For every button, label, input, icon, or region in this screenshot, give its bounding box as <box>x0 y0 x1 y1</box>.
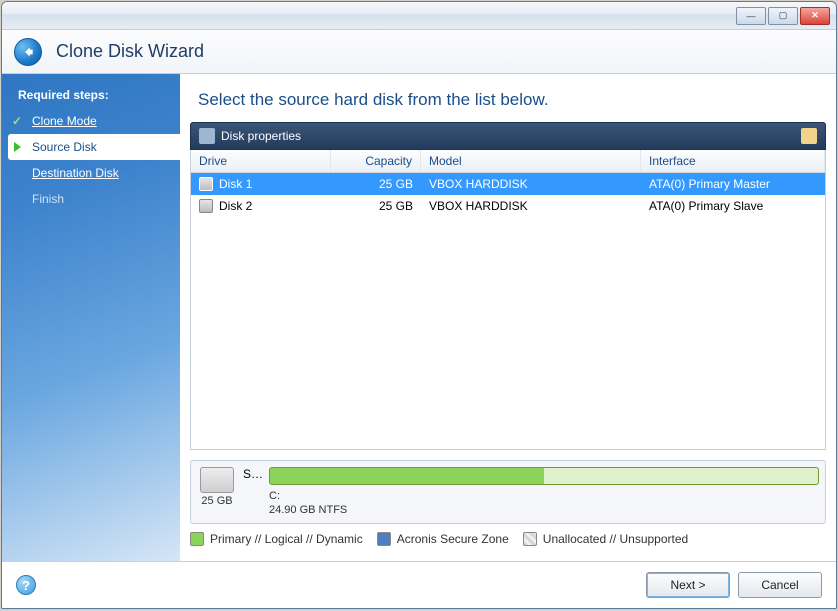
back-button[interactable] <box>14 38 42 66</box>
partition-letter: C: <box>269 489 819 503</box>
table-header: Drive Capacity Model Interface <box>191 150 825 173</box>
help-button[interactable]: ? <box>16 575 36 595</box>
titlebar: — ▢ ✕ <box>2 2 836 30</box>
volume-disk-summary: 25 GB <box>197 467 237 507</box>
cancel-button[interactable]: Cancel <box>738 572 822 598</box>
legend-asz: Acronis Secure Zone <box>397 532 509 546</box>
disk-icon <box>199 177 213 191</box>
col-model-header[interactable]: Model <box>421 150 641 172</box>
harddisk-icon <box>200 467 234 493</box>
partition-size-fs: 24.90 GB NTFS <box>269 503 819 517</box>
disk-table: Drive Capacity Model Interface Disk 1 25… <box>190 150 826 450</box>
volume-panel: 25 GB S… C: 24.90 GB NTFS <box>190 460 826 524</box>
arrow-left-icon <box>21 45 35 59</box>
disk-properties-icon <box>199 128 215 144</box>
legend-primary: Primary // Logical // Dynamic <box>210 532 363 546</box>
next-button[interactable]: Next > <box>646 572 730 598</box>
legend-swatch-unallocated <box>523 532 537 546</box>
sidebar-item-source-disk[interactable]: Source Disk <box>8 134 180 160</box>
window-title: Clone Disk Wizard <box>56 41 204 62</box>
disk-icon <box>199 199 213 213</box>
table-row[interactable]: Disk 2 25 GB VBOX HARDDISK ATA(0) Primar… <box>191 195 825 217</box>
maximize-button[interactable]: ▢ <box>768 7 798 25</box>
col-interface-header[interactable]: Interface <box>641 150 825 172</box>
instruction-text: Select the source hard disk from the lis… <box>180 74 836 122</box>
disk-properties-title: Disk properties <box>221 129 301 143</box>
header-bar: Clone Disk Wizard <box>2 30 836 74</box>
columns-chooser-icon[interactable] <box>801 128 817 144</box>
volume-legend: Primary // Logical // Dynamic Acronis Se… <box>190 532 826 546</box>
volume-bar[interactable] <box>269 467 819 485</box>
legend-swatch-asz <box>377 532 391 546</box>
disk-total-size: 25 GB <box>201 495 232 507</box>
sidebar-item-destination-disk[interactable]: Destination Disk <box>2 160 180 186</box>
disk-properties-header: Disk properties <box>190 122 826 150</box>
sidebar-header: Required steps: <box>2 84 180 108</box>
footer: ? Next > Cancel <box>2 561 836 608</box>
col-drive-header[interactable]: Drive <box>191 150 331 172</box>
minimize-button[interactable]: — <box>736 7 766 25</box>
legend-swatch-primary <box>190 532 204 546</box>
close-button[interactable]: ✕ <box>800 7 830 25</box>
col-capacity-header[interactable]: Capacity <box>331 150 421 172</box>
wizard-window: — ▢ ✕ Clone Disk Wizard Required steps: … <box>1 1 837 609</box>
legend-unallocated: Unallocated // Unsupported <box>543 532 688 546</box>
sidebar-item-clone-mode[interactable]: Clone Mode <box>2 108 180 134</box>
sidebar-item-finish: Finish <box>2 186 180 212</box>
table-row[interactable]: Disk 1 25 GB VBOX HARDDISK ATA(0) Primar… <box>191 173 825 195</box>
short-label: S… <box>243 467 261 481</box>
wizard-sidebar: Required steps: Clone Mode Source Disk D… <box>2 74 180 561</box>
main-panel: Select the source hard disk from the lis… <box>180 74 836 561</box>
